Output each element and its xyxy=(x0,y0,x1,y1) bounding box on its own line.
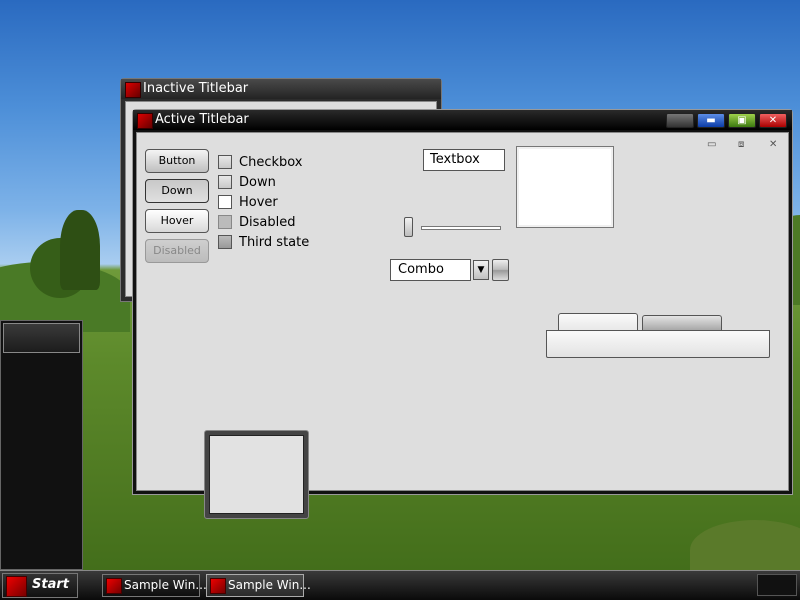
app-icon xyxy=(125,82,141,98)
checkbox-box[interactable] xyxy=(218,175,232,189)
listbox[interactable] xyxy=(516,146,614,228)
start-logo-icon xyxy=(6,576,27,597)
mdi-close-icon[interactable]: ✕ xyxy=(769,139,777,150)
close-icon: ✕ xyxy=(768,115,778,126)
taskbar-item[interactable]: Sample Win... xyxy=(102,574,207,597)
button-hover[interactable]: Hover xyxy=(145,209,209,233)
spin-button[interactable] xyxy=(492,259,509,281)
checkbox-box[interactable] xyxy=(218,155,232,169)
taskbar: Start Sample Win... Sample Win... xyxy=(0,570,800,600)
combo-box[interactable]: Combo xyxy=(390,259,471,281)
system-tray[interactable] xyxy=(757,574,797,596)
caption-blank-button[interactable] xyxy=(666,113,694,128)
checkbox-box[interactable] xyxy=(218,235,232,249)
checkbox-label: Disabled xyxy=(239,215,296,230)
taskbar-item-label: Sample Win... xyxy=(124,578,207,592)
minimize-icon: ▬ xyxy=(706,115,716,126)
slider-track[interactable] xyxy=(421,226,501,230)
slider-thumb[interactable] xyxy=(404,217,413,237)
checkbox-label: Third state xyxy=(239,235,310,250)
chevron-down-icon: ▼ xyxy=(477,265,485,275)
side-panel xyxy=(0,320,83,570)
app-icon xyxy=(137,113,153,129)
button-normal[interactable]: Button xyxy=(145,149,209,173)
button-down[interactable]: Down xyxy=(145,179,209,203)
tab-panel xyxy=(546,330,770,358)
maximize-button[interactable]: ▣ xyxy=(728,113,756,128)
maximize-icon: ▣ xyxy=(737,115,747,126)
app-icon xyxy=(106,578,122,594)
minimize-button[interactable]: ▬ xyxy=(697,113,725,128)
combo-dropdown-button[interactable]: ▼ xyxy=(473,260,489,280)
app-icon xyxy=(210,578,226,594)
inactive-titlebar[interactable]: Inactive Titlebar xyxy=(121,79,441,99)
active-title: Active Titlebar xyxy=(155,112,249,127)
floating-panel-client xyxy=(209,435,304,514)
checkbox-label: Hover xyxy=(239,195,278,210)
tab-2[interactable] xyxy=(642,315,722,330)
checkbox-box[interactable] xyxy=(218,195,232,209)
taskbar-item-active[interactable]: Sample Win... xyxy=(206,574,311,597)
inactive-title: Inactive Titlebar xyxy=(143,81,249,96)
mdi-restore-icon[interactable]: ⧈ xyxy=(738,139,744,150)
checkbox-label: Down xyxy=(239,175,276,190)
start-label: Start xyxy=(32,577,69,592)
taskbar-item-label: Sample Win... xyxy=(228,578,311,592)
button-disabled: Disabled xyxy=(145,239,209,263)
textbox-input[interactable]: Textbox xyxy=(423,149,505,171)
checkbox-box xyxy=(218,215,232,229)
start-button[interactable]: Start xyxy=(2,573,78,598)
close-button[interactable]: ✕ xyxy=(759,113,787,128)
floating-panel[interactable] xyxy=(204,430,309,519)
checkbox-label: Checkbox xyxy=(239,155,303,170)
side-panel-header xyxy=(3,323,80,353)
mdi-minimize-icon[interactable]: ▭ xyxy=(707,139,716,150)
